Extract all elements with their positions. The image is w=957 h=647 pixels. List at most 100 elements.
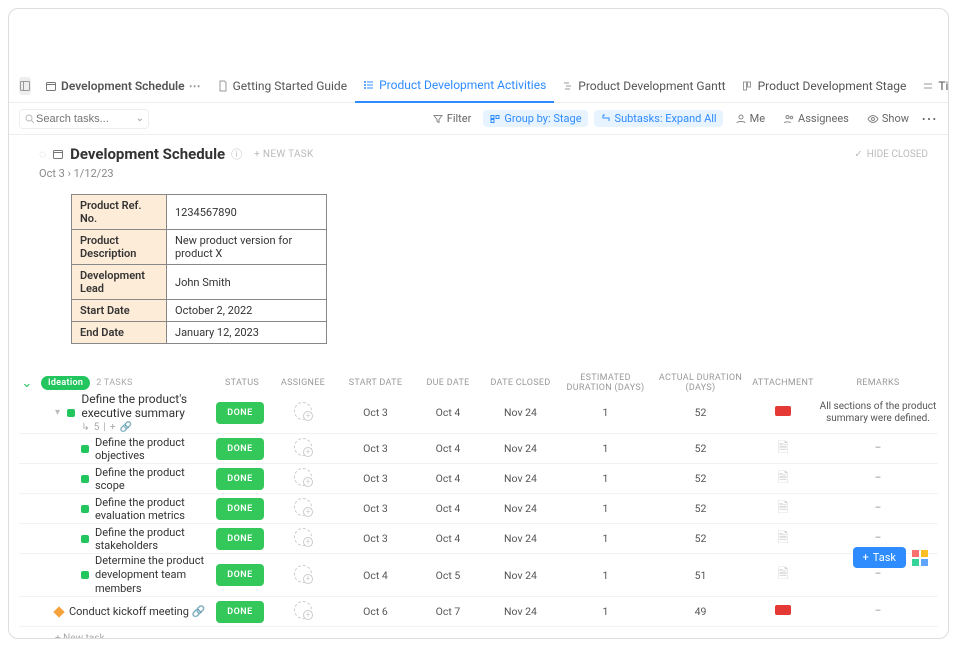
est-duration-cell[interactable]: 1 xyxy=(558,532,653,545)
col-due[interactable]: DUE DATE xyxy=(413,378,483,388)
list-title-tab[interactable]: Development Schedule ⋯ xyxy=(37,69,209,103)
status-badge[interactable]: DONE xyxy=(216,402,264,424)
due-date-cell[interactable]: Oct 4 xyxy=(413,532,483,545)
date-closed-cell[interactable]: Nov 24 xyxy=(483,532,558,545)
due-date-cell[interactable]: Oct 4 xyxy=(413,442,483,455)
subtasks-button[interactable]: Subtasks: Expand All xyxy=(594,110,723,127)
pdf-attachment-icon[interactable] xyxy=(775,605,791,615)
doc-attachment-icon[interactable]: 🗎 xyxy=(777,440,788,456)
remarks-cell[interactable]: – xyxy=(818,569,938,581)
collapse-icon[interactable]: ◌ xyxy=(39,147,46,161)
task-row[interactable]: Define the product stakeholdersDONEOct 3… xyxy=(19,524,938,554)
task-row[interactable]: Define the product objectivesDONEOct 3Oc… xyxy=(19,434,938,464)
assignee-placeholder[interactable] xyxy=(294,438,312,456)
doc-attachment-icon[interactable]: 🗎 xyxy=(777,500,788,516)
pdf-attachment-icon[interactable] xyxy=(775,406,791,416)
col-start[interactable]: START DATE xyxy=(338,378,413,388)
act-duration-cell[interactable]: 52 xyxy=(653,532,748,545)
col-remarks[interactable]: REMARKS xyxy=(818,378,938,388)
task-row[interactable]: Define the product evaluation metricsDON… xyxy=(19,494,938,524)
tab-stage[interactable]: Product Development Stage xyxy=(734,69,915,103)
assignee-placeholder[interactable] xyxy=(294,402,312,420)
date-closed-cell[interactable]: Nov 24 xyxy=(483,502,558,515)
act-duration-cell[interactable]: 52 xyxy=(653,502,748,515)
tab-getting-started[interactable]: Getting Started Guide xyxy=(209,69,355,103)
est-duration-cell[interactable]: 1 xyxy=(558,502,653,515)
due-date-cell[interactable]: Oct 7 xyxy=(413,605,483,618)
start-date-cell[interactable]: Oct 3 xyxy=(338,406,413,419)
hide-closed-button[interactable]: ✓ HIDE CLOSED xyxy=(854,149,928,160)
act-duration-cell[interactable]: 51 xyxy=(653,569,748,582)
collapse-arrow-icon[interactable]: ▾ xyxy=(55,407,61,418)
date-closed-cell[interactable]: Nov 24 xyxy=(483,605,558,618)
task-row[interactable]: Define the product scopeDONEOct 3Oct 4No… xyxy=(19,464,938,494)
search-input[interactable] xyxy=(36,113,116,125)
doc-attachment-icon[interactable]: 🗎 xyxy=(777,530,788,546)
me-button[interactable]: Me xyxy=(729,110,771,127)
act-duration-cell[interactable]: 52 xyxy=(653,472,748,485)
more-icon[interactable]: ⋯ xyxy=(189,79,201,93)
show-button[interactable]: Show xyxy=(861,110,915,127)
tab-timeline[interactable]: Timeline xyxy=(914,69,949,103)
search-input-wrap[interactable]: ⌄ xyxy=(19,109,149,129)
plus-icon[interactable]: + xyxy=(110,422,116,433)
status-badge[interactable]: DONE xyxy=(216,468,264,490)
start-date-cell[interactable]: Oct 6 xyxy=(338,605,413,618)
start-date-cell[interactable]: Oct 3 xyxy=(338,502,413,515)
filter-button[interactable]: Filter xyxy=(426,110,478,127)
date-closed-cell[interactable]: Nov 24 xyxy=(483,406,558,419)
remarks-cell[interactable]: – xyxy=(818,503,938,515)
assignee-placeholder[interactable] xyxy=(294,601,312,619)
due-date-cell[interactable]: Oct 4 xyxy=(413,406,483,419)
task-row[interactable]: ▾Define the product's executive summary↳… xyxy=(19,392,938,434)
assignees-button[interactable]: Assignees xyxy=(777,110,855,127)
date-closed-cell[interactable]: Nov 24 xyxy=(483,569,558,582)
est-duration-cell[interactable]: 1 xyxy=(558,569,653,582)
expand-sidebar-icon[interactable] xyxy=(19,77,31,95)
est-duration-cell[interactable]: 1 xyxy=(558,605,653,618)
group-by-button[interactable]: Group by: Stage xyxy=(483,110,587,127)
info-icon[interactable]: ⓘ xyxy=(231,146,242,162)
est-duration-cell[interactable]: 1 xyxy=(558,406,653,419)
col-attach[interactable]: ATTACHMENT xyxy=(748,378,818,388)
new-task-button[interactable]: + NEW TASK xyxy=(254,149,313,160)
doc-attachment-icon[interactable]: 🗎 xyxy=(777,566,788,582)
task-row[interactable]: Conduct kickoff meeting 🔗DONEOct 6Oct 7N… xyxy=(19,597,938,627)
due-date-cell[interactable]: Oct 5 xyxy=(413,569,483,582)
status-badge[interactable]: DONE xyxy=(216,564,264,586)
status-badge[interactable]: DONE xyxy=(216,601,264,623)
col-status[interactable]: STATUS xyxy=(216,378,268,388)
more-menu-button[interactable]: ⋯ xyxy=(921,109,938,128)
tab-activities[interactable]: Product Development Activities xyxy=(355,69,554,103)
act-duration-cell[interactable]: 52 xyxy=(653,406,748,419)
start-date-cell[interactable]: Oct 3 xyxy=(338,532,413,545)
assignee-placeholder[interactable] xyxy=(294,498,312,516)
status-badge[interactable]: DONE xyxy=(216,498,264,520)
remarks-cell[interactable]: – xyxy=(818,443,938,455)
act-duration-cell[interactable]: 52 xyxy=(653,442,748,455)
due-date-cell[interactable]: Oct 4 xyxy=(413,502,483,515)
assignee-placeholder[interactable] xyxy=(294,528,312,546)
due-date-cell[interactable]: Oct 4 xyxy=(413,472,483,485)
est-duration-cell[interactable]: 1 xyxy=(558,442,653,455)
remarks-cell[interactable]: – xyxy=(818,473,938,485)
date-closed-cell[interactable]: Nov 24 xyxy=(483,442,558,455)
col-assignee[interactable]: ASSIGNEE xyxy=(268,378,338,388)
remarks-cell[interactable]: – xyxy=(818,533,938,545)
assignee-placeholder[interactable] xyxy=(294,565,312,583)
doc-attachment-icon[interactable]: 🗎 xyxy=(777,470,788,486)
collapse-group-icon[interactable]: ⌄ xyxy=(19,376,35,391)
new-task-floating-button[interactable]: + Task xyxy=(853,547,906,568)
group-pill[interactable]: Ideation xyxy=(41,376,90,390)
start-date-cell[interactable]: Oct 3 xyxy=(338,442,413,455)
act-duration-cell[interactable]: 49 xyxy=(653,605,748,618)
assignee-placeholder[interactable] xyxy=(294,468,312,486)
chevron-down-icon[interactable]: ⌄ xyxy=(136,113,144,124)
date-closed-cell[interactable]: Nov 24 xyxy=(483,472,558,485)
apps-icon[interactable] xyxy=(912,550,928,566)
col-act[interactable]: ACTUAL DURATION (DAYS) xyxy=(653,373,748,393)
start-date-cell[interactable]: Oct 3 xyxy=(338,472,413,485)
attach-icon[interactable]: 🔗 xyxy=(120,422,132,433)
est-duration-cell[interactable]: 1 xyxy=(558,472,653,485)
tab-gantt[interactable]: Product Development Gantt xyxy=(554,69,733,103)
